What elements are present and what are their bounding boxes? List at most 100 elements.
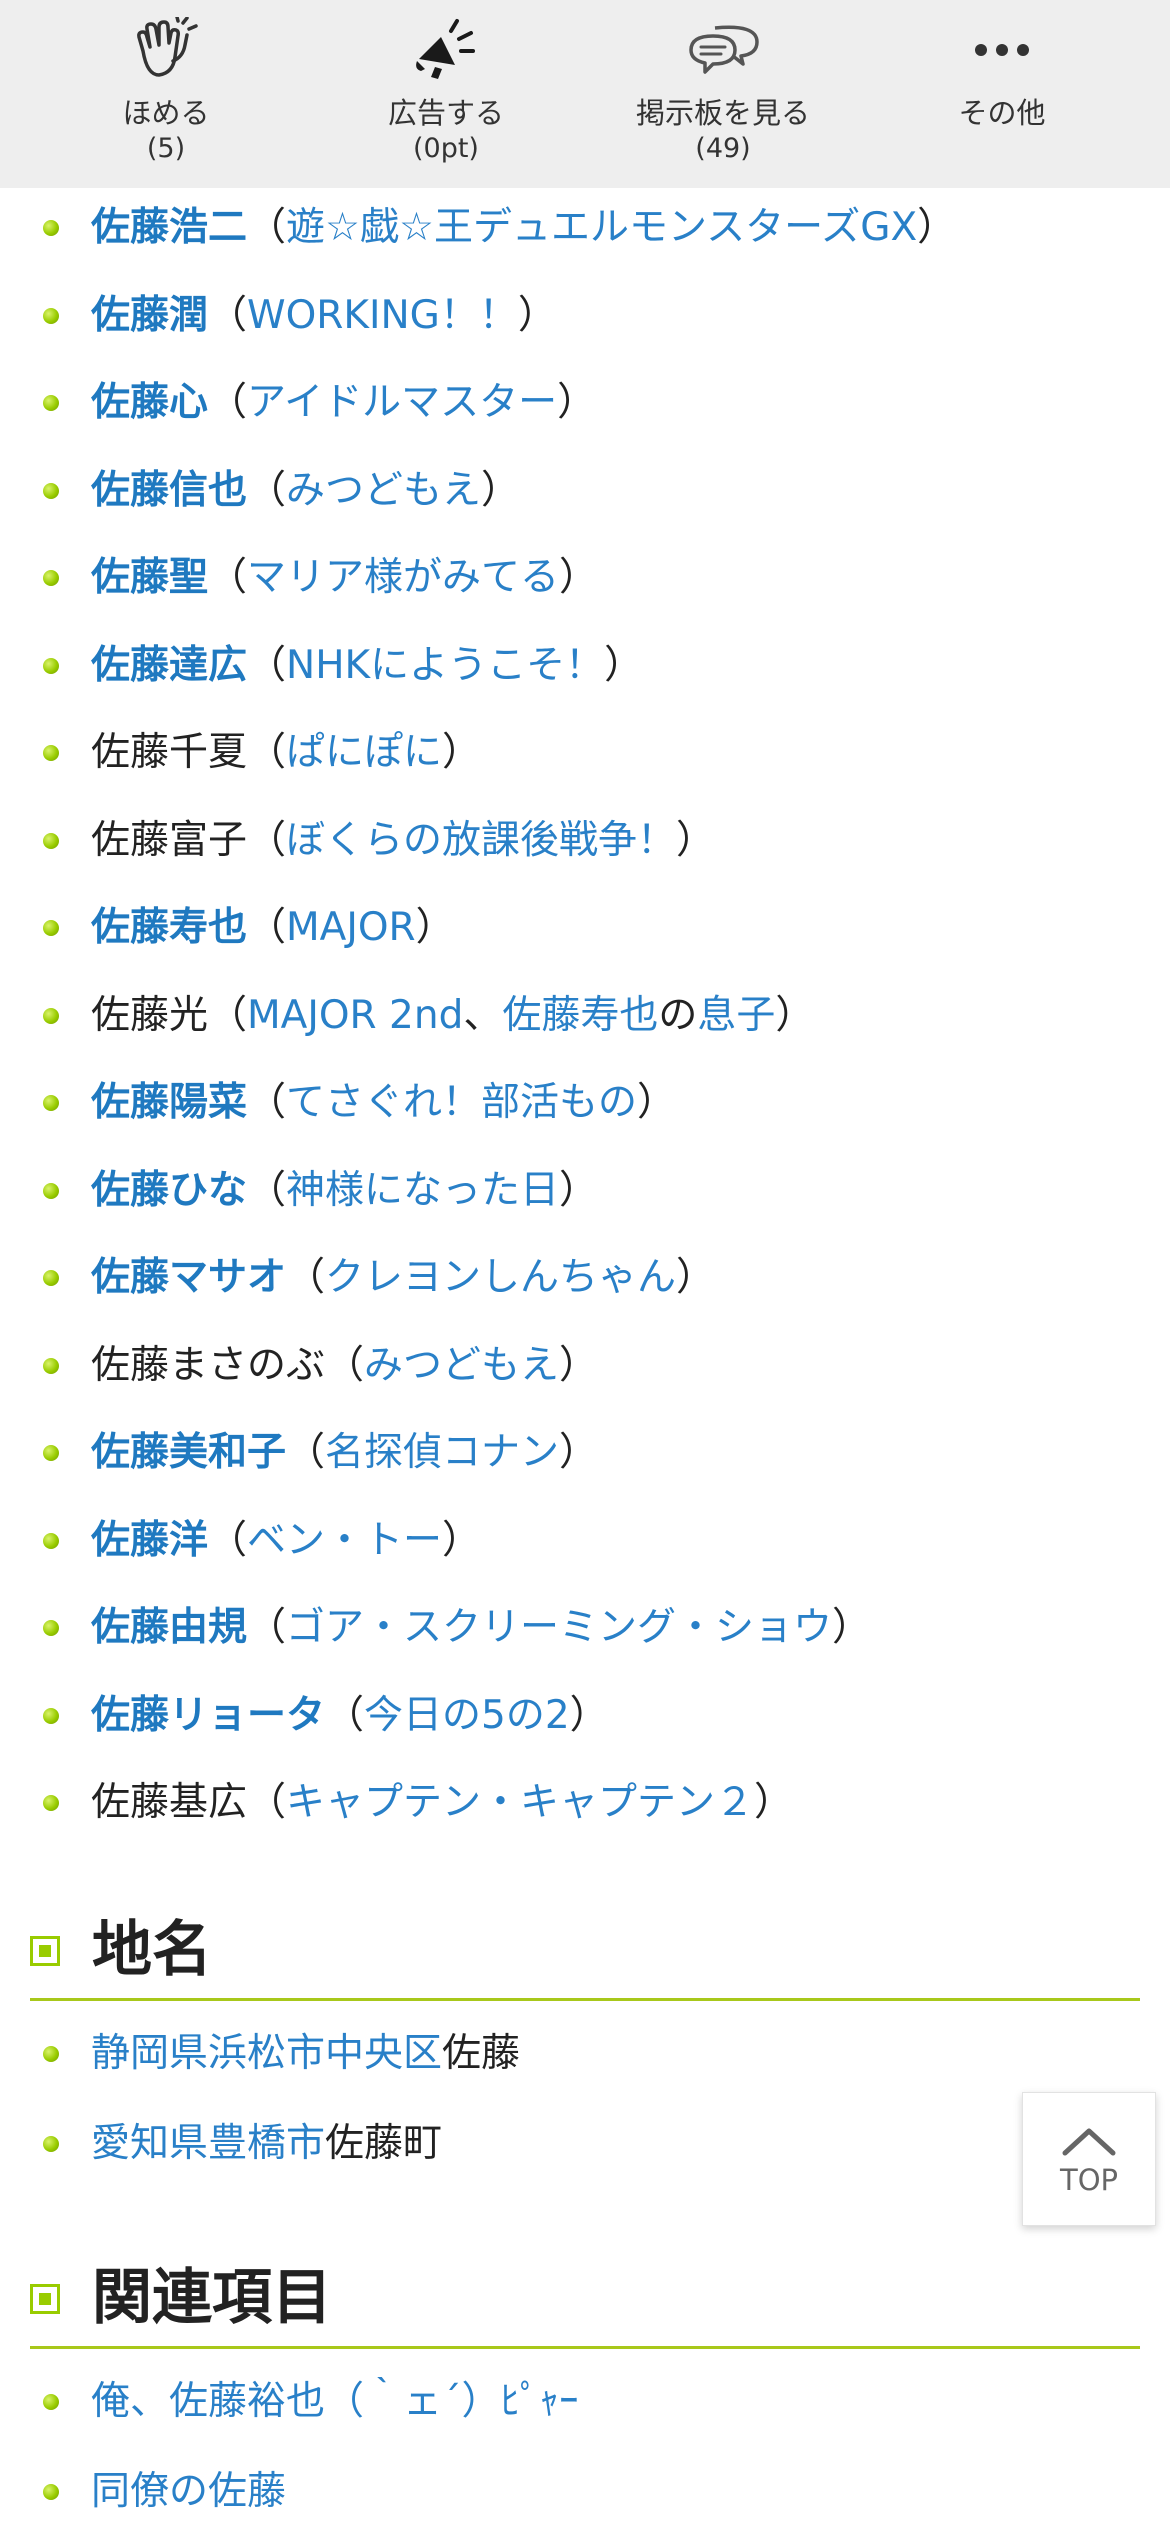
character-name-link[interactable]: 佐藤浩二: [91, 205, 247, 250]
close-paren: ）: [676, 1255, 716, 1300]
open-paren: （: [247, 1167, 287, 1213]
praise-count: (5): [146, 133, 186, 164]
bullet-icon: [43, 2394, 59, 2410]
work-link[interactable]: みつどもえ: [364, 1343, 559, 1388]
open-paren: （: [208, 1517, 248, 1563]
character-list-item: 佐藤千夏（ぱにぽに）: [0, 709, 1170, 797]
work-link[interactable]: MAJOR 2nd: [247, 993, 463, 1038]
related-link[interactable]: 同僚の佐藤: [91, 2469, 286, 2514]
board-comment-count: (49): [695, 133, 751, 164]
more-label: その他: [958, 96, 1046, 130]
related-character-link[interactable]: 佐藤寿也: [502, 993, 658, 1038]
work-link[interactable]: WORKING！！: [247, 293, 518, 338]
bullet-icon: [43, 2484, 59, 2500]
close-paren: ）: [559, 555, 599, 600]
open-paren: （: [247, 1080, 287, 1125]
close-paren: ）: [637, 1080, 677, 1125]
work-link[interactable]: 今日の5の2: [364, 1693, 570, 1738]
place-link[interactable]: 静岡県浜松市中央区: [91, 2031, 442, 2076]
work-link[interactable]: みつどもえ: [286, 468, 481, 513]
bullet-icon: [43, 1270, 59, 1286]
work-link[interactable]: 神様になった日: [286, 1168, 559, 1213]
character-list-item: 佐藤マサオ（クレヨンしんちゃん）: [0, 1234, 1170, 1322]
view-board-button[interactable]: 掲示板を見る (49): [603, 14, 843, 180]
work-link[interactable]: NHKにようこそ！: [286, 643, 604, 688]
close-paren: ）: [754, 1780, 794, 1825]
places-list: 静岡県浜松市中央区佐藤 愛知県豊橋市佐藤町: [30, 2009, 1140, 2189]
work-link[interactable]: てさぐれ！部活もの: [286, 1080, 637, 1125]
close-paren: ）: [442, 1517, 482, 1563]
character-name-link[interactable]: 佐藤聖: [91, 555, 208, 600]
back-to-top-button[interactable]: TOP: [1022, 2092, 1156, 2226]
character-list-container: 佐藤浩二（遊☆戯☆王デュエルモンスターズGX） 佐藤潤（WORKING！！） 佐藤心…: [0, 184, 1170, 1847]
character-name-link[interactable]: 佐藤陽菜: [91, 1080, 247, 1125]
work-link[interactable]: マリア様がみてる: [247, 555, 559, 600]
work-link[interactable]: ベン・トー: [247, 1518, 442, 1563]
open-paren: （: [247, 817, 287, 863]
open-paren: （: [247, 905, 287, 950]
work-link[interactable]: アイドルマスター: [247, 380, 557, 425]
places-section: 地名 静岡県浜松市中央区佐藤 愛知県豊橋市佐藤町: [30, 1910, 1140, 2189]
character-list: 佐藤浩二（遊☆戯☆王デュエルモンスターズGX） 佐藤潤（WORKING！！） 佐藤心…: [0, 184, 1170, 1847]
character-name-link[interactable]: 佐藤美和子: [91, 1430, 286, 1475]
character-name-link[interactable]: 佐藤マサオ: [91, 1255, 286, 1300]
advertise-button[interactable]: 広告する (0pt): [326, 14, 566, 180]
open-paren: （: [208, 292, 248, 338]
open-paren: （: [247, 1605, 287, 1650]
character-list-item: 佐藤基広（キャプテン・キャプテン２）: [0, 1759, 1170, 1847]
work-link[interactable]: キャプテン・キャプテン２: [286, 1780, 754, 1825]
close-paren: ）: [559, 1342, 599, 1388]
character-list-item: 佐藤達広（NHKにようこそ！）: [0, 622, 1170, 710]
character-name-link[interactable]: 佐藤寿也: [91, 905, 247, 950]
praise-button[interactable]: ほめる (5): [46, 14, 286, 180]
work-link[interactable]: MAJOR: [286, 905, 416, 950]
character-name-link[interactable]: 佐藤ひな: [91, 1168, 247, 1213]
character-name-link[interactable]: 佐藤信也: [91, 468, 247, 513]
close-paren: ）: [517, 292, 557, 338]
work-link[interactable]: ぱにぽに: [286, 730, 442, 775]
character-name-link[interactable]: 佐藤達広: [91, 643, 247, 688]
list-item: 静岡県浜松市中央区佐藤: [30, 2009, 1140, 2099]
character-list-item: 佐藤心（アイドルマスター）: [0, 359, 1170, 447]
section-icon: [30, 1936, 60, 1966]
bullet-icon: [43, 1357, 59, 1374]
bullet-icon: [43, 920, 59, 936]
praise-label: ほめる: [122, 96, 210, 130]
work-link[interactable]: ゴア・スクリーミング・ショウ: [286, 1605, 832, 1650]
view-board-label: 掲示板を見る: [635, 96, 810, 130]
close-paren: ）: [415, 905, 455, 950]
place-link[interactable]: 愛知県豊橋市: [91, 2121, 325, 2166]
related-link[interactable]: 俺、佐藤裕也（｀ェ´）ﾋﾟｬｰ: [91, 2379, 579, 2424]
bullet-icon: [43, 395, 59, 411]
character-name: 佐藤光: [91, 992, 209, 1038]
bullet-icon: [43, 1707, 59, 1724]
relation-link[interactable]: 息子: [697, 993, 775, 1038]
close-paren: ）: [559, 1430, 599, 1475]
character-list-item: 佐藤リョータ（今日の5の2）: [0, 1672, 1170, 1760]
more-button[interactable]: その他: [882, 14, 1122, 180]
bullet-icon: [43, 657, 59, 674]
open-paren: （: [247, 467, 287, 513]
character-name-link[interactable]: 佐藤心: [91, 380, 208, 425]
bullet-icon: [43, 1795, 59, 1811]
related-section: 関連項目 俺、佐藤裕也（｀ェ´）ﾋﾟｬｰ 同僚の佐藤: [30, 2258, 1140, 2537]
bullet-icon: [43, 745, 59, 761]
work-link[interactable]: 遊☆戯☆王デュエルモンスターズGX: [286, 205, 917, 250]
close-paren: ）: [442, 730, 482, 775]
character-name-link[interactable]: 佐藤リョータ: [91, 1693, 325, 1738]
character-name-link[interactable]: 佐藤潤: [91, 293, 208, 338]
work-link[interactable]: クレヨンしんちゃん: [325, 1255, 676, 1300]
list-item: 同僚の佐藤: [30, 2447, 1140, 2537]
bullet-icon: [43, 1182, 59, 1199]
bullet-icon: [43, 2136, 59, 2152]
work-link[interactable]: ぼくらの放課後戦争！: [286, 818, 676, 863]
place-suffix: 佐藤: [442, 2031, 521, 2076]
work-link[interactable]: 名探偵コナン: [325, 1430, 559, 1475]
place-suffix: 佐藤町: [325, 2121, 443, 2166]
character-name-link[interactable]: 佐藤洋: [91, 1518, 208, 1563]
chevron-up-icon: [1023, 2127, 1155, 2161]
bullet-icon: [43, 1620, 59, 1636]
particle-text: の: [658, 992, 698, 1038]
character-list-item: 佐藤陽菜（てさぐれ！部活もの）: [0, 1059, 1170, 1147]
character-name-link[interactable]: 佐藤由規: [91, 1605, 247, 1650]
